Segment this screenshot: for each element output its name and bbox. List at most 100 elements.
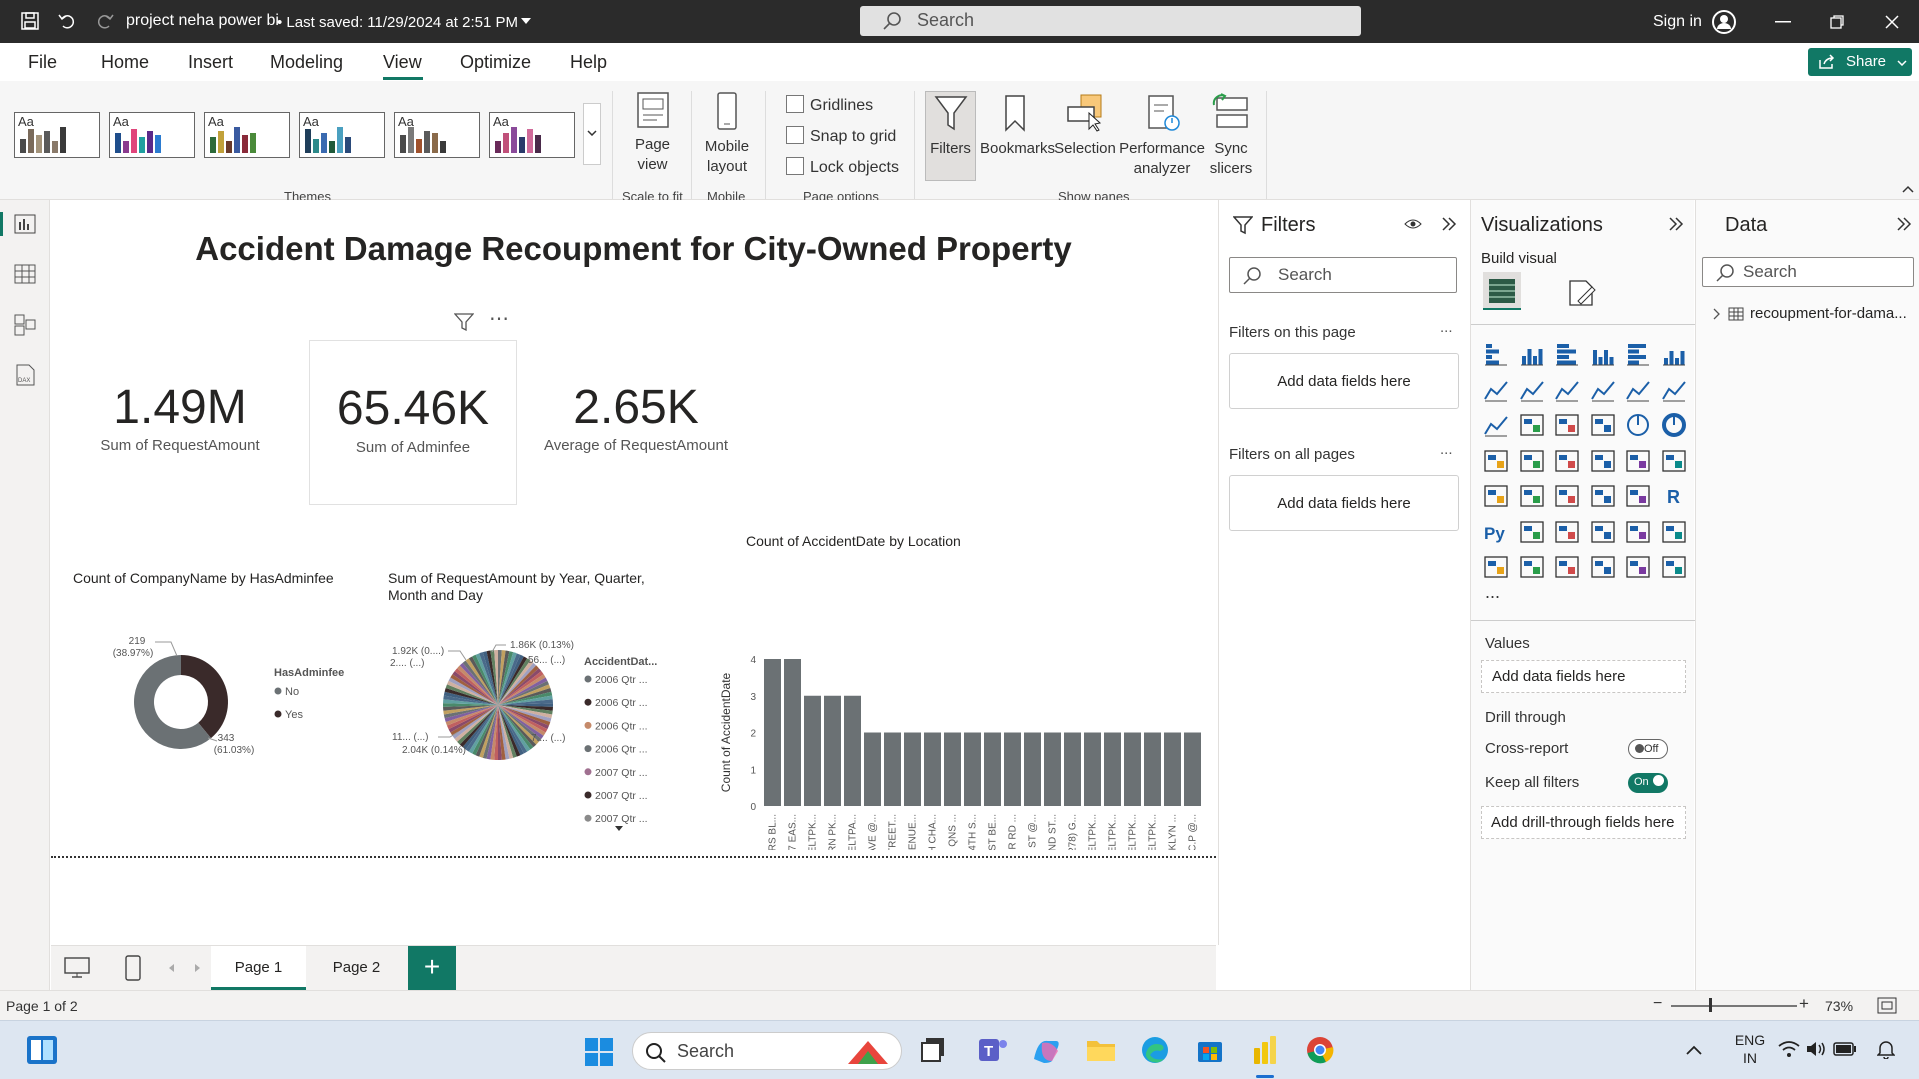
- more-options-icon[interactable]: ...: [1440, 441, 1453, 458]
- file-explorer-icon[interactable]: [1085, 1035, 1117, 1065]
- clustered-column-chart-icon[interactable]: [1590, 341, 1616, 367]
- gridlines-checkbox[interactable]: Gridlines: [786, 95, 873, 115]
- sync-slicers-button[interactable]: Sync slicers: [1205, 93, 1257, 179]
- power-bi-icon[interactable]: [1250, 1034, 1280, 1066]
- more-visuals-icon[interactable]: ...: [1485, 582, 1500, 603]
- share-button[interactable]: Share: [1808, 48, 1912, 76]
- chrome-icon[interactable]: [1305, 1035, 1335, 1065]
- mobile-layout-icon[interactable]: [125, 955, 141, 981]
- qna-icon[interactable]: [1590, 519, 1616, 545]
- eye-icon[interactable]: [1404, 218, 1422, 230]
- paginated-report-icon[interactable]: [1483, 554, 1509, 580]
- account-icon[interactable]: [1711, 9, 1737, 35]
- wifi-icon[interactable]: [1778, 1040, 1800, 1058]
- card-average-request-amount[interactable]: 2.65K Average of RequestAmount: [541, 380, 731, 454]
- theme-swatch[interactable]: Aa: [394, 112, 480, 158]
- values-drop-zone[interactable]: Add data fields here: [1481, 660, 1686, 693]
- 100-percent-area-chart-icon[interactable]: [1590, 377, 1616, 403]
- funnel-chart-icon[interactable]: [1554, 412, 1580, 438]
- keep-all-filters-toggle[interactable]: On: [1628, 773, 1668, 793]
- clustered-bar-chart-icon[interactable]: [1554, 341, 1580, 367]
- narrative-icon[interactable]: [1625, 519, 1651, 545]
- map-icon[interactable]: [1519, 448, 1545, 474]
- bookmarks-pane-button[interactable]: Bookmarks: [980, 93, 1055, 159]
- pie-chart-visual[interactable]: Sum of RequestAmount by Year, Quarter, M…: [388, 570, 728, 835]
- windows-start-icon[interactable]: [584, 1037, 614, 1067]
- treemap-icon[interactable]: [1483, 448, 1509, 474]
- tab-file[interactable]: File: [28, 52, 57, 73]
- task-view-icon[interactable]: [920, 1035, 950, 1065]
- line-chart-icon[interactable]: [1483, 377, 1509, 403]
- theme-swatch[interactable]: Aa: [489, 112, 575, 158]
- table-icon[interactable]: [1590, 483, 1616, 509]
- battery-icon[interactable]: [1833, 1042, 1857, 1056]
- undo-icon[interactable]: [57, 11, 77, 31]
- microsoft-store-icon[interactable]: [1195, 1035, 1225, 1065]
- theme-swatch[interactable]: Aa: [299, 112, 385, 158]
- theme-swatch[interactable]: Aa: [14, 112, 100, 158]
- card-adminfee[interactable]: 65.46K Sum of Adminfee: [309, 340, 517, 505]
- scatter-chart-icon[interactable]: [1590, 412, 1616, 438]
- tab-view[interactable]: View: [383, 52, 422, 73]
- key-influencers-icon[interactable]: [1519, 519, 1545, 545]
- desktop-layout-icon[interactable]: [64, 957, 90, 979]
- zoom-slider-thumb[interactable]: [1709, 998, 1712, 1012]
- custom-visual-icon[interactable]: [1590, 554, 1616, 580]
- zoom-in-icon[interactable]: +: [1799, 994, 1809, 1014]
- page-view-button[interactable]: Page view: [625, 91, 680, 175]
- collapse-pane-icon[interactable]: [1896, 216, 1912, 232]
- zoom-slider[interactable]: [1671, 1005, 1797, 1007]
- report-view-icon[interactable]: [14, 214, 36, 234]
- save-icon[interactable]: [20, 11, 40, 31]
- drill-through-drop-zone[interactable]: Add drill-through fields here: [1481, 806, 1686, 839]
- volume-icon[interactable]: [1805, 1040, 1827, 1058]
- tab-insert[interactable]: Insert: [188, 52, 233, 73]
- table-item[interactable]: recoupment-for-dama...: [1712, 304, 1912, 326]
- page-tab-1[interactable]: Page 1: [211, 946, 306, 990]
- page-tab-2[interactable]: Page 2: [309, 946, 404, 990]
- tab-modeling[interactable]: Modeling: [270, 52, 343, 73]
- chevron-up-icon[interactable]: [1686, 1045, 1702, 1055]
- waterfall-chart-icon[interactable]: [1519, 412, 1545, 438]
- redo-icon[interactable]: [95, 11, 115, 31]
- minimize-icon[interactable]: [1775, 21, 1791, 23]
- arrow-visual-icon[interactable]: [1661, 554, 1687, 580]
- data-search-input[interactable]: Search: [1702, 257, 1914, 287]
- goals-icon[interactable]: [1661, 519, 1687, 545]
- tab-optimize[interactable]: Optimize: [460, 52, 531, 73]
- stacked-bar-chart-icon[interactable]: [1483, 341, 1509, 367]
- filters-pane-button[interactable]: Filters: [925, 93, 976, 159]
- stacked-column-chart-icon[interactable]: [1519, 341, 1545, 367]
- decomposition-tree-icon[interactable]: [1554, 519, 1580, 545]
- donut-chart-icon[interactable]: [1661, 412, 1687, 438]
- title-search-input[interactable]: Search: [860, 6, 1361, 36]
- lock-objects-checkbox[interactable]: Lock objects: [786, 157, 899, 177]
- python-visual-icon[interactable]: Py: [1483, 519, 1509, 545]
- 100-percent-column-chart-icon[interactable]: [1661, 341, 1687, 367]
- card-icon[interactable]: [1661, 448, 1687, 474]
- tab-home[interactable]: Home: [101, 52, 149, 73]
- theme-swatch[interactable]: Aa: [204, 112, 290, 158]
- collapse-pane-icon[interactable]: [1441, 216, 1457, 232]
- visual-more-options-icon[interactable]: ⋯: [489, 306, 509, 331]
- copilot-icon[interactable]: [1030, 1035, 1062, 1065]
- ribbon-chart-icon[interactable]: [1483, 412, 1509, 438]
- format-visual-icon[interactable]: [1566, 277, 1598, 309]
- chevron-down-icon[interactable]: [520, 17, 532, 25]
- model-view-icon[interactable]: [14, 314, 36, 336]
- card-request-amount[interactable]: 1.49M Sum of RequestAmount: [91, 380, 269, 454]
- slicer-icon[interactable]: [1554, 483, 1580, 509]
- edge-browser-icon[interactable]: [1140, 1035, 1170, 1065]
- sign-in-link[interactable]: Sign in: [1653, 13, 1702, 31]
- multi-row-card-icon[interactable]: [1483, 483, 1509, 509]
- taskbar-search[interactable]: Search: [632, 1032, 902, 1070]
- stacked-area-chart-icon[interactable]: [1554, 377, 1580, 403]
- build-visual-tab[interactable]: [1483, 272, 1521, 310]
- performance-analyzer-button[interactable]: Performance analyzer: [1118, 93, 1206, 179]
- filled-map-icon[interactable]: [1554, 448, 1580, 474]
- visual-filter-icon[interactable]: [454, 313, 474, 331]
- power-automate-icon[interactable]: [1554, 554, 1580, 580]
- more-options-icon[interactable]: ...: [1440, 319, 1453, 336]
- collapse-pane-icon[interactable]: [1668, 216, 1684, 232]
- add-page-button[interactable]: +: [408, 946, 456, 990]
